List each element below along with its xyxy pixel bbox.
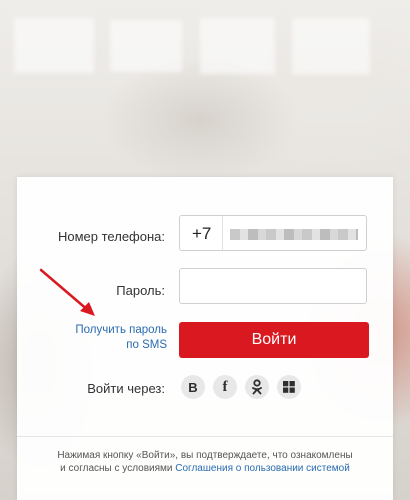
vk-login-button[interactable]: B (181, 375, 205, 399)
login-button[interactable]: Войти (179, 322, 369, 358)
blurred-background-block (200, 18, 275, 74)
footer-divider (17, 436, 393, 437)
annotation-arrow-icon (39, 268, 95, 316)
blurred-background-block (110, 20, 182, 72)
blurred-background-block (14, 18, 94, 73)
blurred-background-block (292, 18, 370, 74)
windows-icon (283, 381, 295, 393)
phone-field[interactable]: +7 (179, 215, 367, 251)
phone-prefix-separator (222, 216, 223, 250)
login-via-label: Войти через: (87, 381, 165, 396)
odnoklassniki-login-button[interactable] (245, 375, 269, 399)
sms-link-line2: по SMS (126, 339, 167, 351)
terms-notice: Нажимая кнопку «Войти», вы подтверждаете… (37, 449, 373, 475)
sms-link-line1: Получить пароль (75, 324, 167, 336)
terms-agreement-link[interactable]: Соглашения о пользовании системой (175, 463, 350, 474)
phone-label: Номер телефона: (58, 229, 165, 244)
odnoklassniki-icon (252, 379, 262, 395)
vk-icon: B (188, 379, 198, 395)
login-form-card: Номер телефона: +7 Пароль: Получить паро… (17, 177, 393, 500)
get-sms-password-link[interactable]: Получить пароль по SMS (47, 323, 167, 353)
facebook-icon: f (222, 378, 228, 395)
terms-text-part1: Нажимая кнопку «Войти», вы подтверждаете… (57, 450, 353, 461)
password-field[interactable] (179, 268, 367, 304)
phone-prefix: +7 (192, 224, 212, 243)
facebook-login-button[interactable]: f (213, 375, 237, 399)
terms-text-part2: и согласны с условиями (60, 463, 173, 474)
windows-login-button[interactable] (277, 375, 301, 399)
redacted-phone-number (230, 229, 358, 240)
